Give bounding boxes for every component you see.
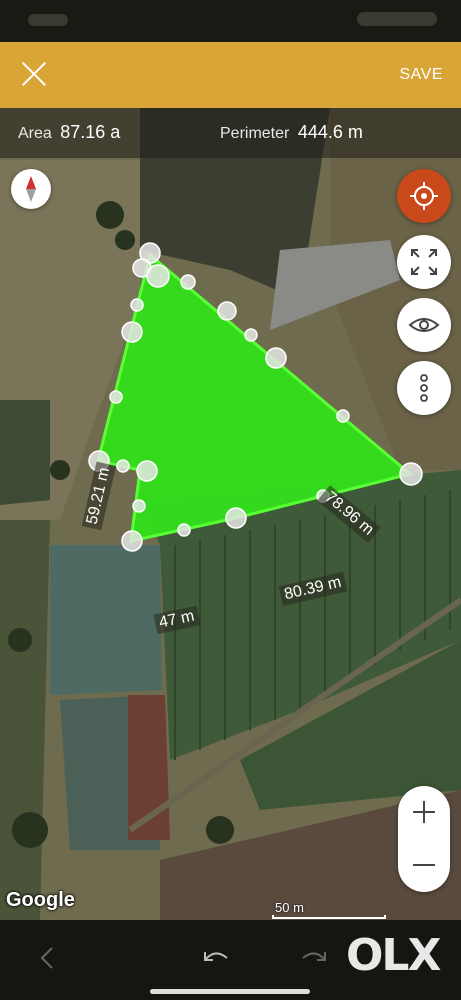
scale-label: 50 m [275,900,304,915]
status-time [28,14,68,26]
map-scale: 50 m [272,900,388,920]
scale-bar [272,915,386,919]
perimeter-stat: Perimeter 444.6 m [220,122,363,143]
crosshair-icon[interactable] [397,169,451,223]
measurement-stats-bar: Area 87.16 a Perimeter 444.6 m [0,108,461,158]
midpoint-handle[interactable] [177,523,191,537]
vertex-handle[interactable] [136,460,158,482]
status-icons [357,12,437,26]
midpoint-handle[interactable] [132,499,146,513]
fullscreen-icon[interactable] [397,235,451,289]
vertex-handle[interactable] [121,530,143,552]
google-attribution: Google [6,889,75,911]
vertex-handle[interactable] [146,264,170,288]
plus-icon[interactable] [398,786,450,839]
more-vertical-icon[interactable] [397,361,451,415]
chevron-left-icon[interactable] [28,938,68,978]
area-label: Area [18,125,52,142]
zoom-control [398,786,450,892]
perimeter-value: 444.6 m [297,122,363,142]
vertex-handle[interactable] [121,321,143,343]
satellite-map[interactable]: 59.21 m 78.96 m 80.39 m 47 m [0,108,461,920]
area-stat: Area 87.16 a [18,122,120,143]
vertex-handle[interactable] [225,507,247,529]
status-bar [0,0,461,42]
eye-icon[interactable] [397,298,451,352]
undo-icon[interactable] [195,938,235,978]
save-button[interactable]: SAVE [400,66,444,84]
vertex-handle[interactable] [217,301,237,321]
area-value: 87.16 a [60,122,121,142]
perimeter-label: Perimeter [220,125,290,142]
midpoint-handle[interactable] [244,328,258,342]
midpoint-handle[interactable] [116,459,130,473]
home-indicator[interactable] [150,989,310,994]
close-icon[interactable] [16,56,52,92]
top-toolbar: SAVE [0,42,461,108]
compass-icon[interactable] [11,169,51,209]
midpoint-handle[interactable] [130,298,144,312]
plot-overlay [88,242,423,552]
midpoint-handle[interactable] [109,390,123,404]
minus-icon[interactable] [398,839,450,892]
vertex-handle[interactable] [265,347,287,369]
redo-icon[interactable] [295,938,335,978]
vertex-handle[interactable] [180,274,196,290]
land-polygon[interactable] [96,252,414,543]
olx-watermark: OLX [346,930,441,981]
midpoint-handle[interactable] [336,409,350,423]
vertex-handle[interactable] [399,462,423,486]
